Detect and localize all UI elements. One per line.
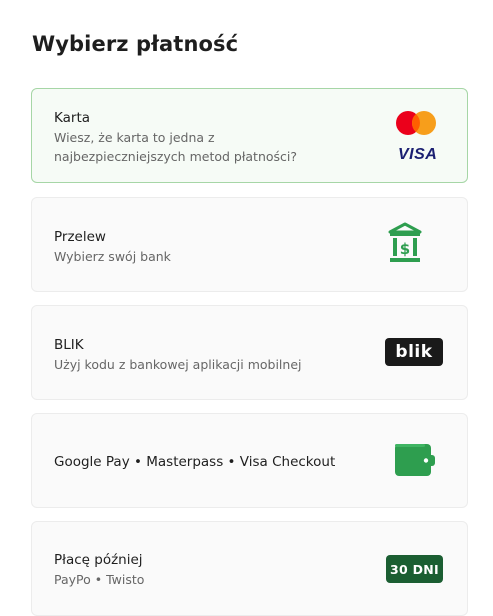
payment-option-blik[interactable]: BLIK Użyj kodu z bankowej aplikacji mobi… bbox=[31, 305, 468, 400]
payment-option-name: Przelew bbox=[54, 229, 106, 245]
payment-option-description-line-1: Wiesz, że karta to jedna z bbox=[54, 130, 215, 145]
30-dni-badge: 30 DNI bbox=[386, 555, 443, 583]
payment-option-description: PayPo • Twisto bbox=[54, 572, 145, 587]
payment-option-description: Wybierz swój bank bbox=[54, 249, 171, 264]
payment-option-name: Karta bbox=[54, 110, 91, 126]
payment-option-pay-later[interactable]: Płacę później PayPo • Twisto 30 DNI bbox=[31, 521, 468, 616]
payment-option-description: Użyj kodu z bankowej aplikacji mobilnej bbox=[54, 357, 302, 372]
payment-option-card[interactable]: Karta Wiesz, że karta to jedna z najbezp… bbox=[31, 88, 468, 183]
payment-option-blik-text: BLIK Użyj kodu z bankowej aplikacji mobi… bbox=[54, 335, 301, 374]
payment-option-pay-later-text: Płacę później PayPo • Twisto bbox=[54, 550, 144, 589]
page-title: Wybierz płatność bbox=[32, 32, 239, 56]
payment-option-przelew-text: Przelew Wybierz swój bank bbox=[54, 227, 171, 266]
payment-option-name: Google Pay • Masterpass • Visa Checkout bbox=[54, 454, 336, 470]
visa-logo: VISA bbox=[398, 146, 438, 163]
payment-option-name: BLIK bbox=[54, 337, 84, 353]
payment-option-name: Płacę później bbox=[54, 552, 143, 568]
payment-option-przelew[interactable]: Przelew Wybierz swój bank $ bbox=[31, 197, 468, 292]
payment-option-wallets-text: Google Pay • Masterpass • Visa Checkout bbox=[54, 452, 335, 472]
wallet-icon bbox=[395, 444, 435, 476]
payment-option-description-line-2: najbezpieczniejszych metod płatności? bbox=[54, 149, 298, 164]
blik-logo: blik bbox=[385, 338, 443, 366]
payment-option-card-text: Karta Wiesz, że karta to jedna z najbezp… bbox=[54, 108, 297, 166]
payment-option-wallets[interactable]: Google Pay • Masterpass • Visa Checkout bbox=[31, 413, 468, 508]
payment-selection-page: Wybierz płatność Karta Wiesz, że karta t… bbox=[0, 0, 493, 616]
bank-icon: $ bbox=[388, 222, 422, 262]
svg-text:$: $ bbox=[400, 240, 410, 258]
mastercard-icon bbox=[396, 111, 436, 135]
